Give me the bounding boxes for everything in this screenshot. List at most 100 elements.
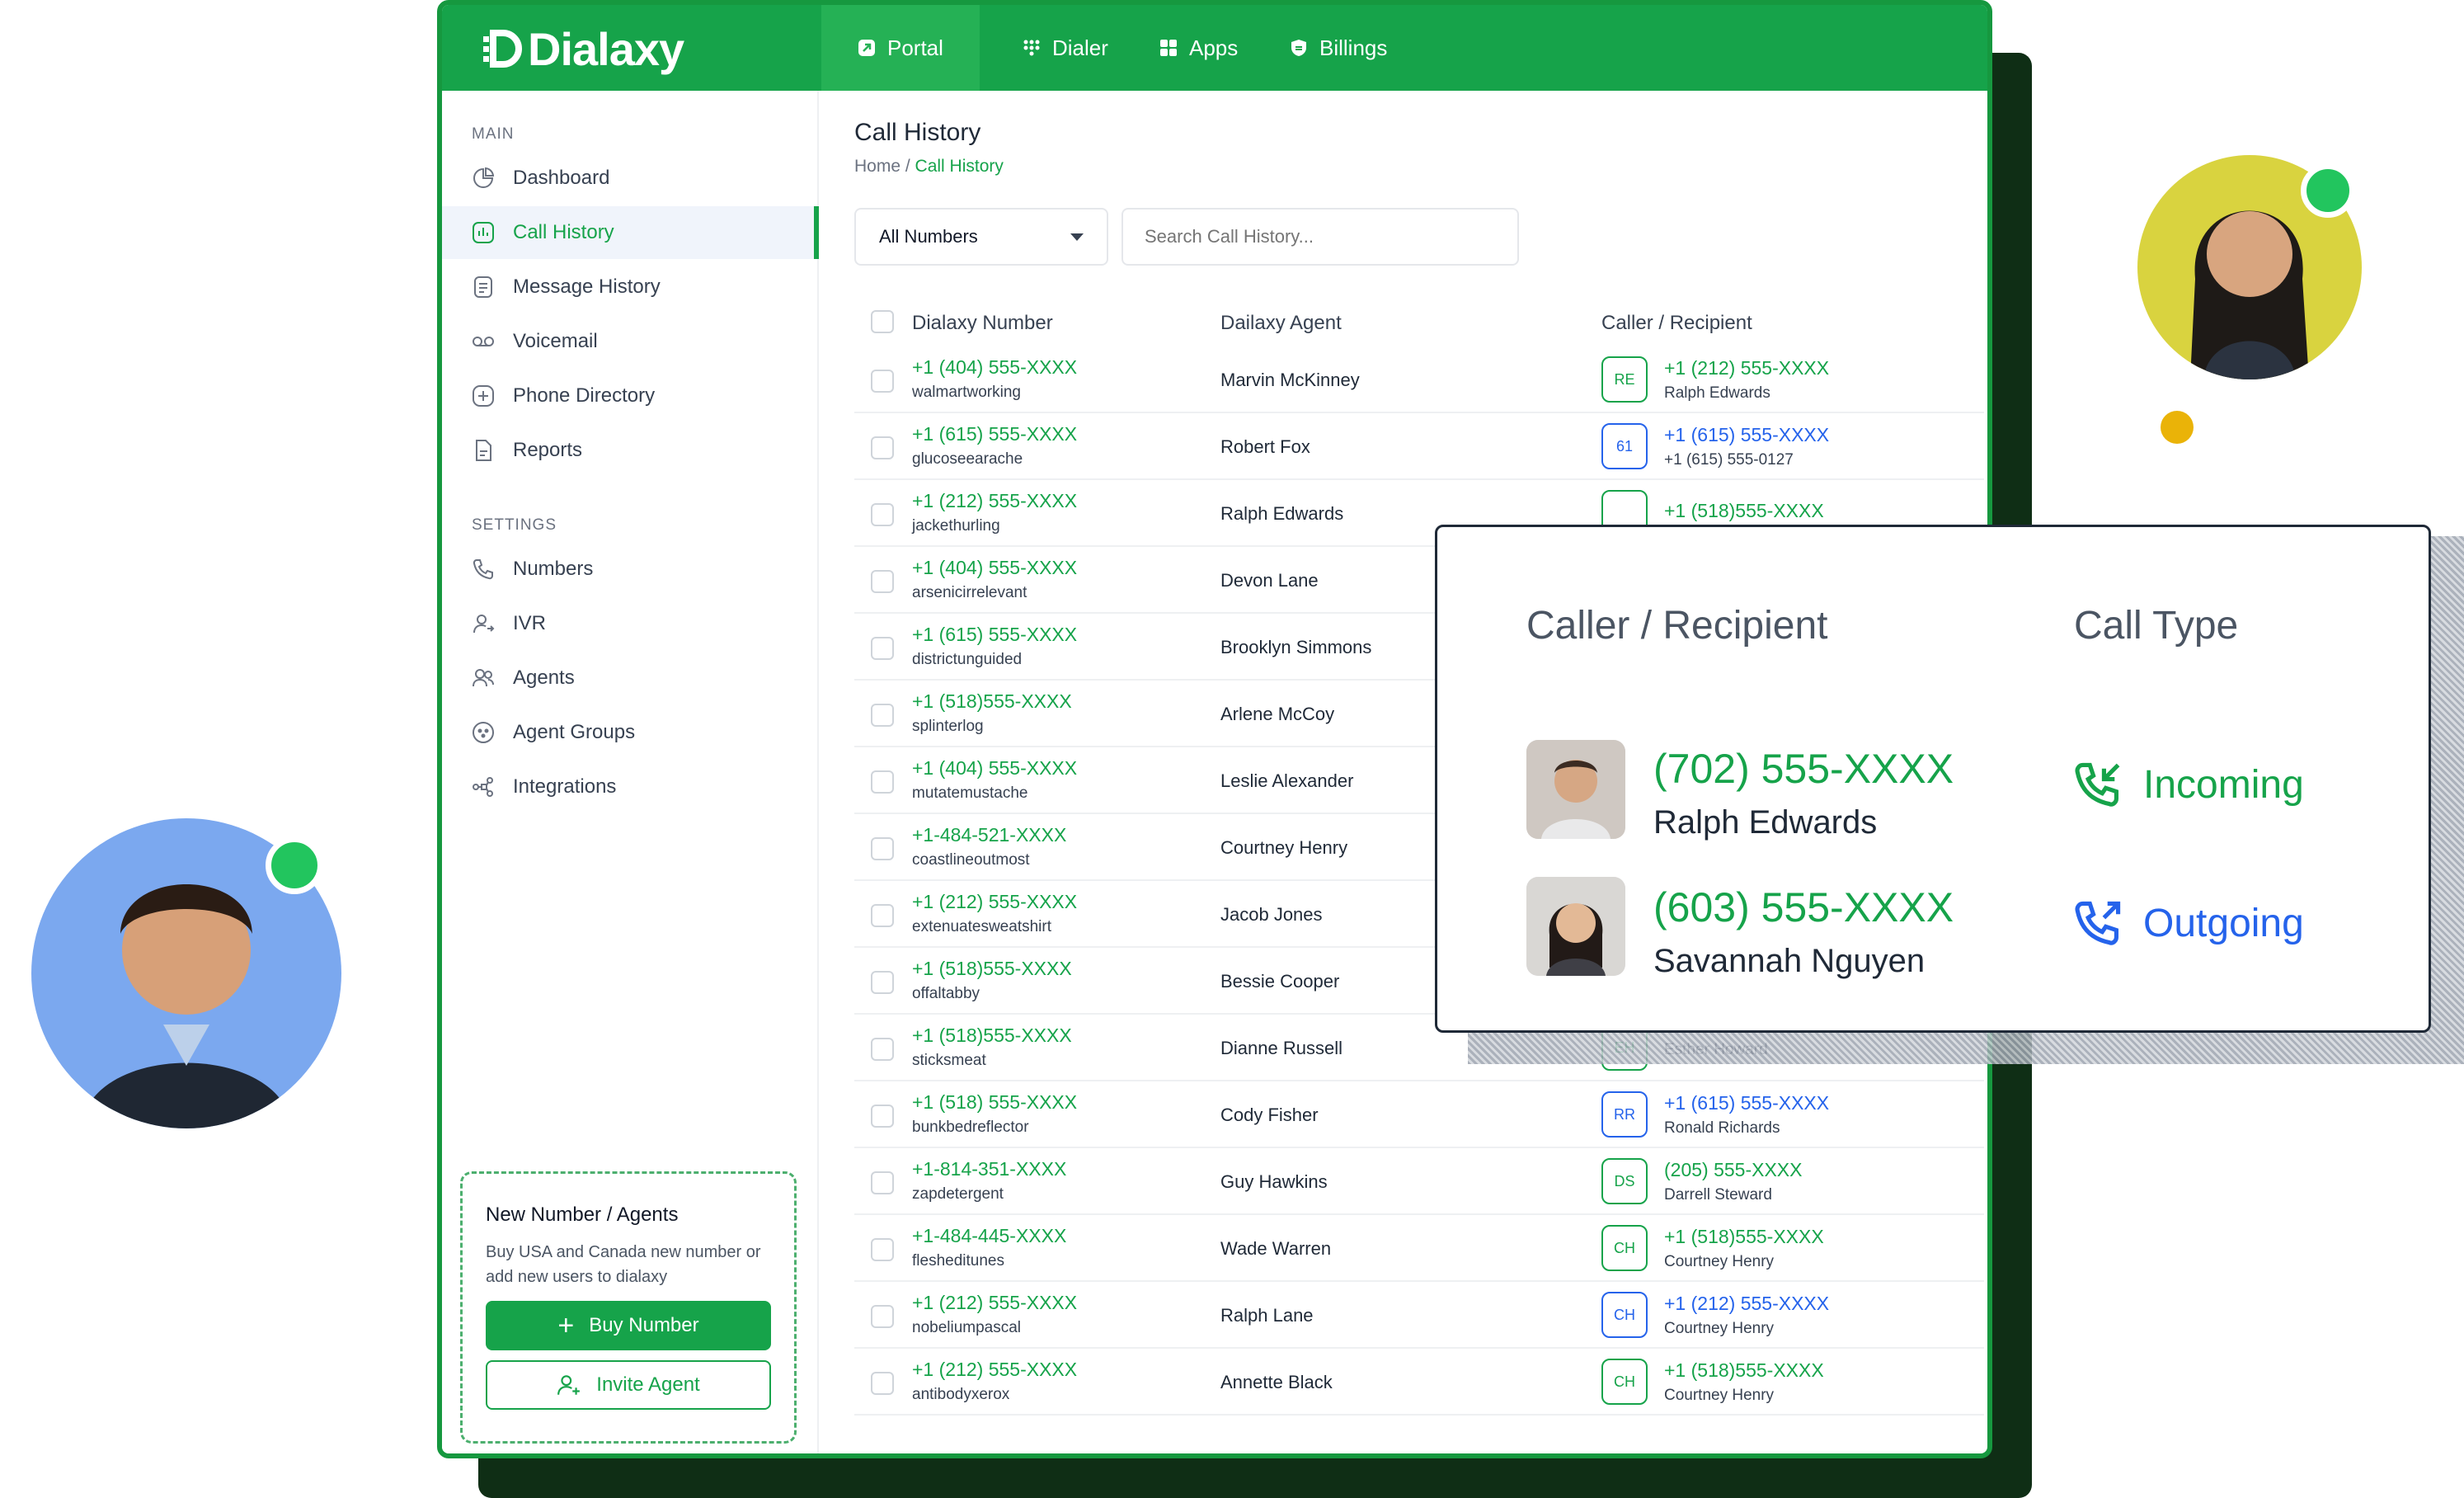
nav-label: Portal [887,35,943,60]
row-checkbox[interactable] [871,704,894,727]
dialaxy-number[interactable]: +1 (615) 555-XXXX [912,423,1077,445]
nav-dialer[interactable]: Dialer [986,5,1145,91]
sidebar-item-voicemail[interactable]: Voicemail [442,315,819,368]
caller-number[interactable]: +1 (518)555-XXXX [1664,500,1824,522]
sidebar-item-dashboard[interactable]: Dashboard [442,152,819,205]
table-row[interactable]: +1 (518) 555-XXXX bunkbedreflector Cody Fi… [854,1081,1984,1148]
dialaxy-number[interactable]: +1 (404) 555-XXXX [912,757,1077,780]
column-header-caller[interactable]: Caller / Recipient [1601,312,1752,335]
sidebar-item-ivr[interactable]: IVR [442,597,819,650]
agent-name: Cody Fisher [1220,1105,1319,1125]
popup-entry-incoming[interactable]: (702) 555-XXXX Ralph Edwards [1653,745,1954,841]
row-checkbox[interactable] [871,637,894,660]
number-filter-select[interactable]: All Numbers [854,208,1108,266]
page-title: Call History [854,119,981,146]
dialaxy-number[interactable]: +1 (212) 555-XXXX [912,490,1077,512]
table-row[interactable]: +1 (212) 555-XXXX antibodyxerox Annette Bl… [854,1349,1984,1416]
dialaxy-number[interactable]: +1 (212) 555-XXXX [912,1292,1077,1314]
row-checkbox[interactable] [871,370,894,393]
popup-header-type: Call Type [2074,604,2239,648]
dialaxy-number-cell: +1-484-521-XXXX coastlineoutmost [912,824,1066,869]
row-checkbox[interactable] [871,1171,894,1194]
sidebar-item-reports[interactable]: Reports [442,424,819,477]
caller-avatar [1526,740,1625,839]
user-switch-icon [473,615,495,634]
row-checkbox[interactable] [871,436,894,459]
dialaxy-number[interactable]: +1-484-521-XXXX [912,824,1066,846]
table-row[interactable]: +1-814-351-XXXX zapdetergent Guy Hawkins DS… [854,1148,1984,1215]
caller-number[interactable]: +1 (518)555-XXXX [1664,1226,1824,1248]
caret-down-icon [1070,233,1084,241]
sidebar-item-agent-groups[interactable]: Agent Groups [442,706,819,759]
invite-agent-button[interactable]: Invite Agent [486,1360,771,1410]
dialaxy-number-cell: +1 (518)555-XXXX sticksmeat [912,1025,1072,1070]
nav-portal[interactable]: Portal [821,5,980,91]
row-checkbox[interactable] [871,1038,894,1061]
table-row[interactable]: +1 (615) 555-XXXX glucoseearache Robert Fo… [854,413,1984,480]
sidebar-item-agents[interactable]: Agents [442,652,819,704]
dialaxy-number[interactable]: +1 (212) 555-XXXX [912,1359,1077,1381]
search-input[interactable] [1121,208,1519,266]
select-all-checkbox[interactable] [871,310,894,333]
dialaxy-number[interactable]: +1-484-445-XXXX [912,1225,1066,1247]
number-label: extenuatesweatshirt [912,918,1051,935]
caller-number[interactable]: +1 (615) 555-XXXX [1664,424,1829,446]
dialaxy-number[interactable]: +1 (518)555-XXXX [912,958,1072,980]
nav-apps[interactable]: Apps [1123,5,1274,91]
sidebar-item-phone-directory[interactable]: Phone Directory [442,370,819,422]
row-checkbox[interactable] [871,904,894,927]
caller-number[interactable]: +1 (518)555-XXXX [1664,1359,1824,1382]
number-label: antibodyxerox [912,1386,1010,1403]
sidebar-item-integrations[interactable]: Integrations [442,761,819,813]
breadcrumb: Home / Call History [854,157,1004,177]
column-header-number[interactable]: Dialaxy Number [912,312,1053,335]
dialaxy-number[interactable]: +1 (518)555-XXXX [912,690,1072,713]
dialaxy-number[interactable]: +1 (404) 555-XXXX [912,356,1077,379]
row-checkbox[interactable] [871,503,894,526]
buy-number-button[interactable]: + Buy Number [486,1301,771,1350]
caller-number[interactable]: +1 (212) 555-XXXX [1664,357,1829,379]
caller-number[interactable]: +1 (212) 555-XXXX [1664,1293,1829,1315]
sidebar-item-label: Agents [513,667,575,689]
caller-initials-badge: RR [1601,1091,1648,1138]
dialaxy-number-cell: +1 (404) 555-XXXX arsenicirrelevant [912,557,1077,602]
row-checkbox[interactable] [871,570,894,593]
table-row[interactable]: +1-484-445-XXXX flesheditunes Wade Warren C… [854,1215,1984,1282]
popup-entry-outgoing[interactable]: (603) 555-XXXX Savannah Nguyen [1653,883,1954,980]
row-checkbox[interactable] [871,971,894,994]
row-checkbox[interactable] [871,837,894,860]
row-checkbox[interactable] [871,1372,894,1395]
dialaxy-number-cell: +1 (518)555-XXXX splinterlog [912,690,1072,736]
caller-number[interactable]: +1 (615) 555-XXXX [1664,1092,1829,1114]
row-checkbox[interactable] [871,1238,894,1261]
sidebar-item-call-history[interactable]: Call History [442,206,819,259]
dialaxy-number[interactable]: +1 (518) 555-XXXX [912,1091,1077,1114]
caller-number[interactable]: (205) 555-XXXX [1664,1159,1802,1181]
row-checkbox[interactable] [871,770,894,794]
nav-billings[interactable]: Billings [1253,5,1423,91]
dialaxy-number[interactable]: +1 (518)555-XXXX [912,1025,1072,1047]
add-user-icon [557,1375,581,1395]
table-row[interactable]: +1 (212) 555-XXXX nobeliumpascal Ralph Lan… [854,1282,1984,1349]
table-row[interactable]: +1 (404) 555-XXXX walmartworking Marvin Mc… [854,346,1984,413]
column-header-agent[interactable]: Dailaxy Agent [1220,312,1342,335]
agent-name: Arlene McCoy [1220,704,1335,724]
caller-cell: DS (205) 555-XXXX Darrell Steward [1601,1158,1802,1204]
dialaxy-number-cell: +1-814-351-XXXX zapdetergent [912,1158,1066,1204]
logo: Dialaxy [483,20,684,78]
row-checkbox[interactable] [871,1105,894,1128]
dialaxy-number-cell: +1 (212) 555-XXXX antibodyxerox [912,1359,1077,1404]
caller-cell: CH +1 (212) 555-XXXX Courtney Henry [1601,1292,1829,1338]
sidebar-item-message-history[interactable]: Message History [442,261,819,313]
share-icon [473,777,493,797]
dialaxy-number[interactable]: +1 (615) 555-XXXX [912,624,1077,646]
breadcrumb-home[interactable]: Home [854,157,900,176]
row-checkbox[interactable] [871,1305,894,1328]
sidebar-item-label: Call History [513,221,614,243]
dialaxy-number[interactable]: +1 (212) 555-XXXX [912,891,1077,913]
dialaxy-number[interactable]: +1 (404) 555-XXXX [912,557,1077,579]
online-status-dot [2301,163,2355,218]
dialaxy-number[interactable]: +1-814-351-XXXX [912,1158,1066,1180]
sidebar-item-numbers[interactable]: Numbers [442,543,819,596]
plus-icon: + [557,1310,575,1341]
